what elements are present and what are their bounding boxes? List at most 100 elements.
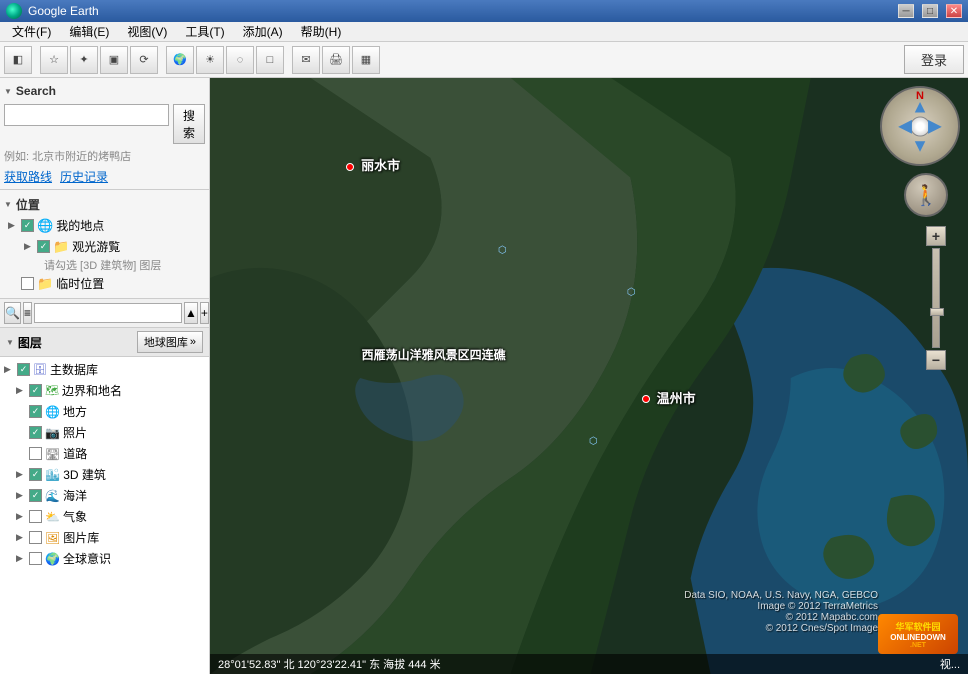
layer-expand-icon: ▶ bbox=[16, 469, 26, 480]
tourist-item[interactable]: ▶ ✓ 📁 观光游覧 bbox=[4, 236, 205, 257]
road-icon: 🛣 bbox=[45, 447, 60, 461]
compass-lr-row: ◀ ▶ bbox=[894, 116, 946, 137]
toolbar-btn-nav[interactable]: ◧ bbox=[4, 46, 32, 74]
menu-view[interactable]: 视图(V) bbox=[119, 21, 175, 42]
globe-icon: 🌐 bbox=[45, 405, 60, 419]
layer-checkbox[interactable]: ✓ bbox=[29, 426, 42, 439]
layer-main-db[interactable]: ▶ ✓ 🗄 主数据库 bbox=[0, 359, 209, 380]
layer-weather[interactable]: ▶ ⛅ 气象 bbox=[0, 506, 209, 527]
toolbar-btn-10[interactable]: 🖨 bbox=[322, 46, 350, 74]
temp-folder-icon: 📁 bbox=[37, 276, 53, 292]
restore-button[interactable]: □ bbox=[922, 4, 938, 18]
mini-add-button[interactable]: + bbox=[200, 302, 209, 324]
status-suffix: 视... bbox=[940, 656, 960, 672]
layer-weather-label: 气象 bbox=[63, 508, 87, 525]
my-places-item[interactable]: ▶ ✓ 🌐 我的地点 bbox=[4, 215, 205, 236]
compass-up-button[interactable]: ▲ bbox=[911, 98, 929, 116]
minimize-button[interactable]: ─ bbox=[898, 4, 914, 18]
person-icon: 🚶 bbox=[914, 183, 939, 208]
menu-tools[interactable]: 工具(T) bbox=[177, 21, 232, 42]
zoom-out-button[interactable]: − bbox=[926, 350, 946, 370]
mini-up-button[interactable]: ▲ bbox=[184, 302, 198, 324]
toolbar-btn-1[interactable]: ☆ bbox=[40, 46, 68, 74]
layer-borders[interactable]: ▶ ✓ 🗺 边界和地名 bbox=[0, 380, 209, 401]
location-pin-1: ⬡ bbox=[498, 245, 507, 256]
compass-left-button[interactable]: ◀ bbox=[898, 116, 912, 137]
search-section-label: Search bbox=[16, 84, 56, 98]
location-pin-3: ⬡ bbox=[627, 287, 636, 298]
menu-bar: 文件(F) 编辑(E) 视图(V) 工具(T) 添加(A) 帮助(H) bbox=[0, 22, 968, 42]
layer-3d-buildings[interactable]: ▶ ✓ 🏙 3D 建筑 bbox=[0, 464, 209, 485]
layer-ocean[interactable]: ▶ ✓ 🌊 海洋 bbox=[0, 485, 209, 506]
toolbar-btn-11[interactable]: ▦ bbox=[352, 46, 380, 74]
layer-checkbox[interactable] bbox=[29, 510, 42, 523]
menu-help[interactable]: 帮助(H) bbox=[293, 21, 350, 42]
watermark-line2: Image © 2012 TerraMetrics bbox=[684, 601, 878, 612]
layer-checkbox[interactable] bbox=[29, 447, 42, 460]
layer-expand-icon: ▶ bbox=[4, 364, 14, 375]
toolbar-btn-7[interactable]: ◌ bbox=[226, 46, 254, 74]
logo-line1: 华军软件园 bbox=[895, 620, 940, 633]
compass-right-button[interactable]: ▶ bbox=[928, 116, 942, 137]
mini-search-button[interactable]: 🔍 bbox=[4, 302, 21, 324]
toolbar-btn-2[interactable]: ✦ bbox=[70, 46, 98, 74]
earth-lib-label: 地球图库 bbox=[144, 334, 188, 350]
search-button[interactable]: 搜索 bbox=[173, 104, 205, 144]
layer-roads[interactable]: 🛣 道路 bbox=[0, 443, 209, 464]
menu-add[interactable]: 添加(A) bbox=[235, 21, 291, 42]
layer-photos[interactable]: ✓ 📷 照片 bbox=[0, 422, 209, 443]
layer-checkbox[interactable]: ✓ bbox=[29, 384, 42, 397]
toolbar-btn-9[interactable]: ✉ bbox=[292, 46, 320, 74]
mini-search-input[interactable] bbox=[34, 303, 182, 323]
status-bar: 28°01'52.83" 北 120°23'22.41" 东 海拔 444 米 … bbox=[210, 654, 968, 674]
menu-file[interactable]: 文件(F) bbox=[4, 21, 59, 42]
layer-global-awareness[interactable]: ▶ 🌍 全球意识 bbox=[0, 548, 209, 569]
layers-tree[interactable]: ▶ ✓ 🗄 主数据库 ▶ ✓ 🗺 边界和地名 ✓ 🌐 bbox=[0, 357, 209, 674]
layer-checkbox[interactable]: ✓ bbox=[17, 363, 30, 376]
login-button[interactable]: 登录 bbox=[904, 45, 964, 74]
zoom-track[interactable] bbox=[932, 248, 940, 348]
zoom-in-button[interactable]: + bbox=[926, 226, 946, 246]
earth-lib-arrow-icon: » bbox=[190, 336, 196, 348]
history-link[interactable]: 历史记录 bbox=[60, 168, 108, 185]
layer-checkbox[interactable]: ✓ bbox=[29, 468, 42, 481]
location-section-header[interactable]: ▼ 位置 bbox=[4, 194, 205, 215]
search-links: 获取路线 历史记录 bbox=[4, 168, 205, 185]
layer-gallery-label: 图片库 bbox=[63, 529, 99, 546]
mini-list-button[interactable]: ≡ bbox=[23, 302, 32, 324]
layer-gallery[interactable]: ▶ 🖼 图片库 bbox=[0, 527, 209, 548]
layer-checkbox[interactable] bbox=[29, 552, 42, 565]
compass-center-button[interactable] bbox=[910, 116, 930, 136]
toolbar-btn-6[interactable]: ☀ bbox=[196, 46, 224, 74]
map-area[interactable]: 丽水市 温州市 西雁荡山洋雅风景区四连礁 ⬡ ⬡ ⬡ N ▲ bbox=[210, 78, 968, 674]
search-section-header[interactable]: ▼ Search bbox=[4, 82, 205, 100]
mini-toolbar: 🔍 ≡ ▲ + bbox=[0, 299, 209, 328]
map-icon: 🗺 bbox=[45, 384, 59, 397]
my-places-checkbox[interactable]: ✓ bbox=[21, 219, 34, 232]
toolbar-btn-3[interactable]: ▣ bbox=[100, 46, 128, 74]
toolbar-btn-5[interactable]: 🌍 bbox=[166, 46, 194, 74]
title-bar: Google Earth ─ □ ✕ bbox=[0, 0, 968, 22]
compass-down-button[interactable]: ▼ bbox=[911, 137, 929, 155]
logo-line3: .NET bbox=[910, 642, 926, 649]
temp-checkbox[interactable] bbox=[21, 277, 34, 290]
layer-checkbox[interactable] bbox=[29, 531, 42, 544]
nav-tilt-control[interactable]: 🚶 bbox=[904, 173, 948, 217]
status-coords: 28°01'52.83" 北 120°23'22.41" 东 海拔 444 米 bbox=[218, 656, 441, 672]
search-input[interactable] bbox=[4, 104, 169, 126]
layer-checkbox[interactable]: ✓ bbox=[29, 405, 42, 418]
close-button[interactable]: ✕ bbox=[946, 4, 962, 18]
layer-places[interactable]: ✓ 🌐 地方 bbox=[0, 401, 209, 422]
left-panel: ▼ Search 搜索 例如: 北京市附近的烤鸭店 获取路线 历史记录 ▼ 位置 bbox=[0, 78, 210, 674]
toolbar-btn-4[interactable]: ⟳ bbox=[130, 46, 158, 74]
menu-edit[interactable]: 编辑(E) bbox=[61, 21, 117, 42]
tourist-expand-icon: ▶ bbox=[24, 241, 34, 252]
route-link[interactable]: 获取路线 bbox=[4, 168, 52, 185]
toolbar-btn-8[interactable]: □ bbox=[256, 46, 284, 74]
tourist-checkbox[interactable]: ✓ bbox=[37, 240, 50, 253]
awareness-icon: 🌍 bbox=[45, 552, 60, 566]
photo-icon: 📷 bbox=[45, 426, 60, 440]
temp-location-item[interactable]: 📁 临时位置 bbox=[4, 273, 205, 294]
earth-library-button[interactable]: 地球图库 » bbox=[137, 331, 203, 353]
layer-checkbox[interactable]: ✓ bbox=[29, 489, 42, 502]
